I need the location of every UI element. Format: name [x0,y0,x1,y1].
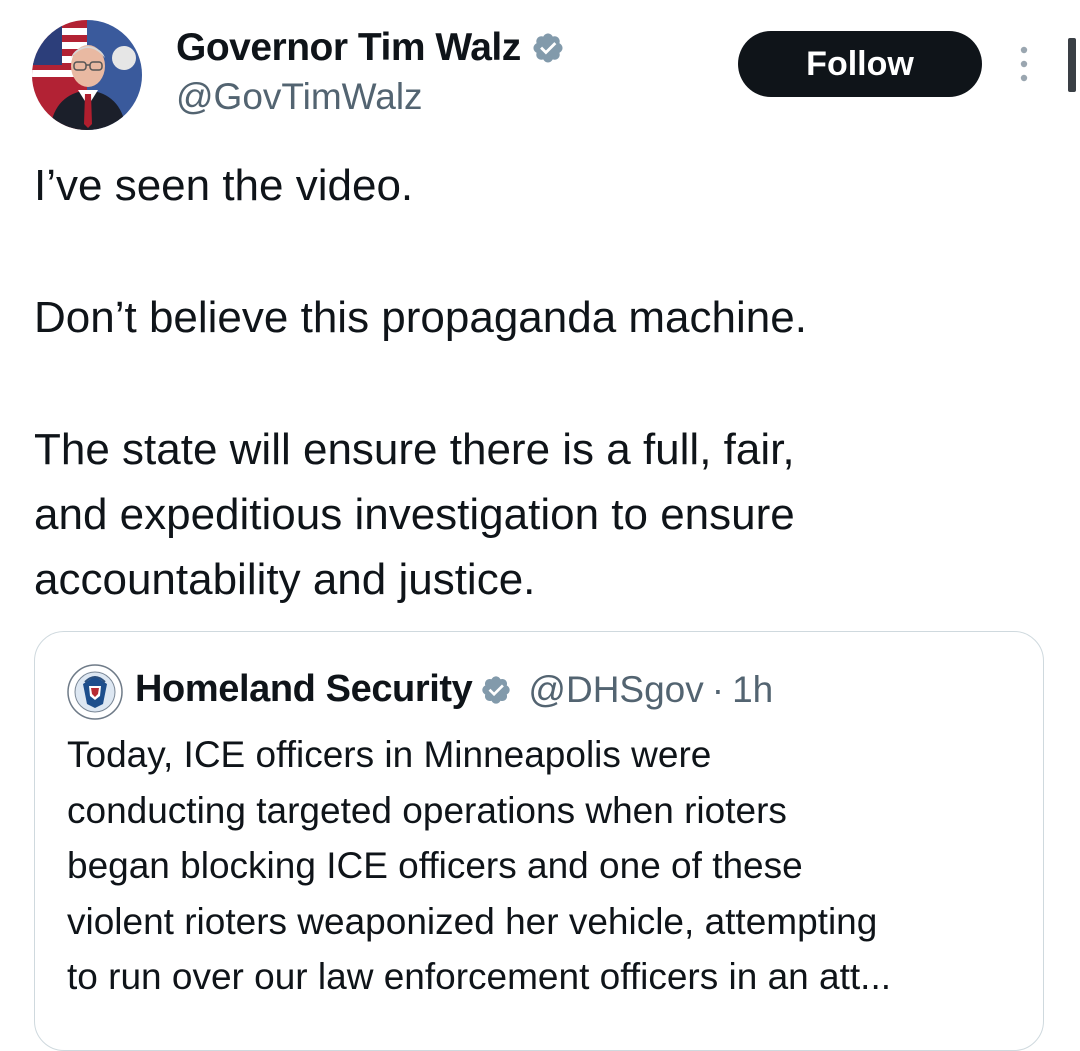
scrollbar-edge[interactable] [1068,38,1076,92]
quoted-separator: · [711,668,725,710]
quoted-timestamp[interactable]: 1h [732,669,773,711]
quoted-handle[interactable]: @DHSgov [528,669,703,711]
tweet-text-line: accountability and justice. [34,555,536,604]
author-display-name[interactable]: Governor Tim Walz [176,26,521,70]
quoted-tweet-card[interactable]: Homeland Security @DHSgov · 1h Today, IC… [34,631,1044,1051]
tweet-text-line: The state will ensure there is a full, f… [34,425,795,474]
quoted-text-line: conducting targeted operations when riot… [67,789,787,831]
tweet-text-line: and expeditious investigation to ensure [34,490,795,539]
dhs-seal-avatar[interactable] [67,664,123,720]
follow-button[interactable]: Follow [738,31,982,97]
author-name-row: Governor Tim Walz [176,26,565,70]
quoted-tweet-text: Today, ICE officers in Minneapolis were … [67,727,1027,1005]
author-avatar[interactable] [32,20,142,130]
tweet-text-line: I’ve seen the video. [34,161,414,210]
tweet-text-line: Don’t believe this propaganda machine. [34,293,807,342]
verified-badge-icon [531,31,565,65]
quoted-text-line: Today, ICE officers in Minneapolis were [67,734,712,775]
quoted-text-line: violent rioters weaponized her vehicle, … [67,900,878,942]
quoted-tweet-header: Homeland Security @DHSgov · 1h [135,668,773,711]
post: Governor Tim Walz @GovTimWalz Follow I’v… [0,0,1080,1051]
quoted-text-line: began blocking ICE officers and one of t… [67,845,803,886]
author-handle[interactable]: @GovTimWalz [176,76,423,118]
verified-badge-icon [480,674,512,706]
more-vertical-icon[interactable] [1012,44,1036,84]
quoted-display-name[interactable]: Homeland Security [135,668,473,711]
quoted-text-line: to run over our law enforcement officers… [67,956,892,997]
